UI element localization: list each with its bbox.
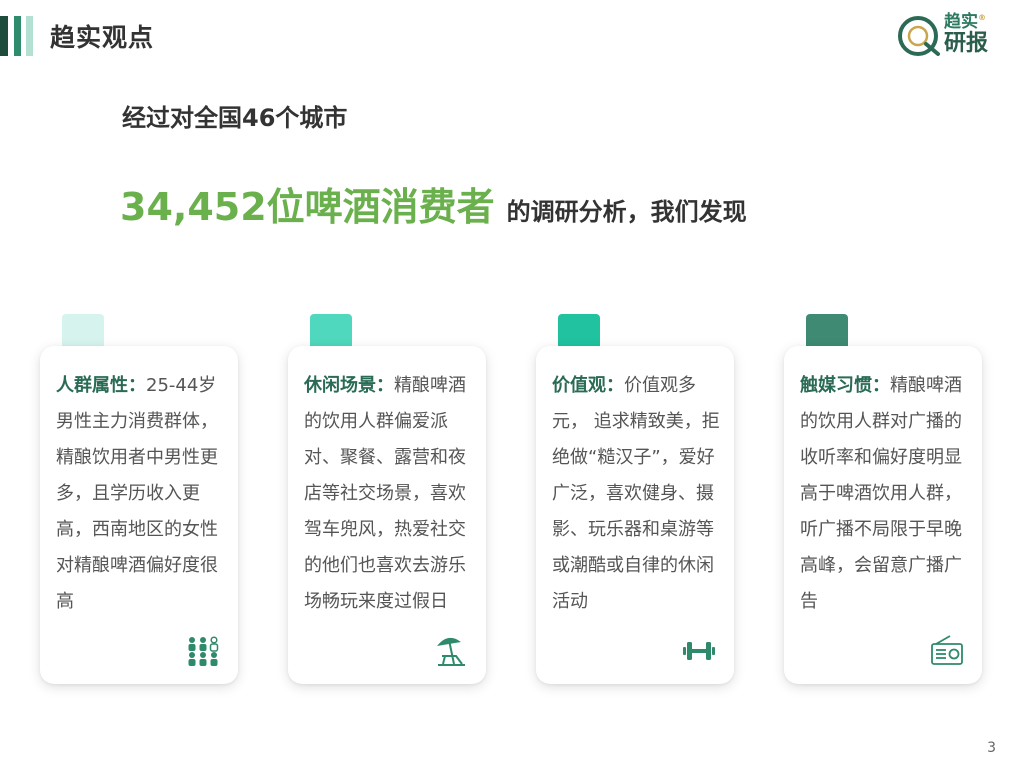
headline-line1: 经过对全国46个城市 <box>122 104 348 132</box>
card-tab-2 <box>310 314 352 346</box>
logo-line2: 研报 <box>944 31 989 56</box>
card-tab-3 <box>558 314 600 346</box>
headline-rest: 的调研分析，我们发现 <box>506 198 747 226</box>
people-group-icon <box>188 636 219 666</box>
dumbbell-icon <box>683 642 715 660</box>
card-body: 价值观多元， 追求精致美，拒绝做“糙汉子”，爱好广泛，喜欢健身、摄影、玩乐器和桌… <box>552 375 720 612</box>
page-number: 3 <box>987 740 996 756</box>
header-decoration-bars <box>0 16 33 56</box>
beach-umbrella-icon <box>437 637 465 666</box>
card-tab-1 <box>62 314 104 346</box>
card-label: 触媒习惯： <box>800 375 890 396</box>
logo-registered: ® <box>978 13 986 22</box>
insight-card-media: 触媒习惯：精酿啤酒的饮用人群对广播的收听率和偏好度明显高于啤酒饮用人群，听广播不… <box>784 346 982 684</box>
section-title: 趋实观点 <box>50 23 155 52</box>
card-body: 精酿啤酒的饮用人群对广播的收听率和偏好度明显高于啤酒饮用人群，听广播不局限于早晚… <box>800 375 962 612</box>
brand-logo: 趋实® 研报 <box>896 12 1006 62</box>
card-label: 价值观： <box>552 375 624 396</box>
card-label: 人群属性： <box>56 375 146 396</box>
logo-q-icon <box>898 16 940 56</box>
headline-highlight: 34,452位啤酒消费者 <box>120 185 495 229</box>
card-body: 精酿啤酒的饮用人群偏爱派对、聚餐、露营和夜店等社交场景，喜欢驾车兜风，热爱社交的… <box>304 375 466 612</box>
insight-card-values: 价值观：价值观多元， 追求精致美，拒绝做“糙汉子”，爱好广泛，喜欢健身、摄影、玩… <box>536 346 734 684</box>
card-text: 价值观：价值观多元， 追求精致美，拒绝做“糙汉子”，爱好广泛，喜欢健身、摄影、玩… <box>552 368 724 620</box>
card-label: 休闲场景： <box>304 375 394 396</box>
radio-icon <box>931 635 963 665</box>
card-tab-4 <box>806 314 848 346</box>
card-text: 休闲场景：精酿啤酒的饮用人群偏爱派对、聚餐、露营和夜店等社交场景，喜欢驾车兜风，… <box>304 368 476 620</box>
card-text: 人群属性：25-44岁男性主力消费群体，精酿饮用者中男性更多，且学历收入更高，西… <box>56 368 228 620</box>
headline-line2: 34,452位啤酒消费者 的调研分析，我们发现 <box>120 176 747 231</box>
insight-card-demographics: 人群属性：25-44岁男性主力消费群体，精酿饮用者中男性更多，且学历收入更高，西… <box>40 346 238 684</box>
logo-line1: 趋实 <box>944 12 978 32</box>
card-body: 25-44岁男性主力消费群体，精酿饮用者中男性更多，且学历收入更高，西南地区的女… <box>56 375 218 612</box>
card-text: 触媒习惯：精酿啤酒的饮用人群对广播的收听率和偏好度明显高于啤酒饮用人群，听广播不… <box>800 368 972 620</box>
insight-card-leisure: 休闲场景：精酿啤酒的饮用人群偏爱派对、聚餐、露营和夜店等社交场景，喜欢驾车兜风，… <box>288 346 486 684</box>
